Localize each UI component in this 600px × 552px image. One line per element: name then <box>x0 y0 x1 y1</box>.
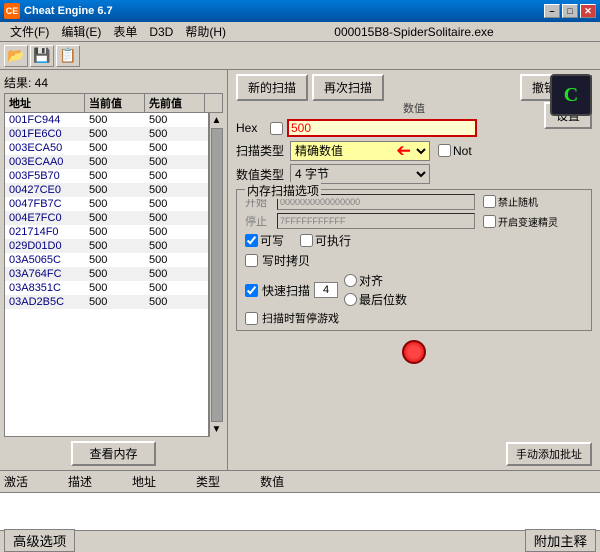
col-desc: 描述 <box>68 473 92 490</box>
new-scan-button[interactable]: 新的扫描 <box>236 74 308 101</box>
results-list-header: 地址 当前值 先前值 <box>4 93 223 113</box>
quick-scan-number[interactable] <box>314 282 338 298</box>
memory-scan-options: 内存扫描选项 开始 停止 <box>236 189 592 331</box>
value-type-row: 数值类型 4 字节 <box>236 164 592 184</box>
table-row[interactable]: 03A8351C500500 <box>5 281 208 295</box>
table-row[interactable]: 03AD2B5C500500 <box>5 295 208 309</box>
col-value: 数值 <box>260 473 284 490</box>
stop-game-checkbox[interactable] <box>245 312 258 325</box>
open-button[interactable]: 📂 <box>4 45 28 67</box>
results-count: 结果: 44 <box>4 74 223 91</box>
menu-bar: 文件(F) 编辑(E) 表单 D3D 帮助(H) 000015B8-Spider… <box>0 22 600 42</box>
speed-up-checkbox[interactable] <box>483 215 496 228</box>
next-scan-button[interactable]: 再次扫描 <box>312 74 384 101</box>
value-section-label: 数值 <box>236 100 592 116</box>
col-header-cur: 当前值 <box>85 94 145 112</box>
bottom-table-header: 激活 描述 地址 类型 数值 <box>0 471 600 493</box>
hex-checkbox[interactable] <box>270 122 283 135</box>
left-bottom: 查看内存 <box>4 441 223 466</box>
table-row[interactable]: 03A764FC500500 <box>5 267 208 281</box>
not-label: Not <box>453 144 472 158</box>
speed-up-label: 开启变速精灵 <box>498 214 558 229</box>
table-row[interactable]: 00427CE0500500 <box>5 183 208 197</box>
table-row[interactable]: 021714F0500500 <box>5 225 208 239</box>
value-type-select[interactable]: 4 字节 <box>290 164 430 184</box>
last-digit-label: 最后位数 <box>359 291 407 308</box>
quick-scan-label: 快速扫描 <box>262 282 310 299</box>
minimize-button[interactable]: – <box>544 4 560 18</box>
right-panel: C 新的扫描 再次扫描 撤销扫描 设置 数值 Hex <box>228 70 600 470</box>
add-address-area: 手动添加批址 <box>236 438 592 466</box>
col-header-addr: 地址 <box>5 94 85 112</box>
table-row[interactable]: 029D01D0500500 <box>5 239 208 253</box>
no-random-label: 禁止随机 <box>498 194 538 209</box>
memory-scan-title: 内存扫描选项 <box>245 182 321 199</box>
stop-button[interactable] <box>402 340 426 364</box>
stop-label: 停止 <box>245 213 273 229</box>
not-area: Not <box>438 144 472 158</box>
menu-help[interactable]: 帮助(H) <box>179 21 232 42</box>
stop-game-label: 扫描时暂停游戏 <box>262 310 339 326</box>
table-row[interactable]: 001FE6C0500500 <box>5 127 208 141</box>
hex-row: Hex <box>236 119 592 137</box>
executable-label: 可执行 <box>315 232 351 249</box>
status-bar: 高级选项 附加主释 <box>0 530 600 550</box>
toolbar: 📂 💾 📋 <box>0 42 600 70</box>
scan-type-label: 扫描类型 <box>236 142 286 159</box>
executable-checkbox[interactable] <box>300 234 313 247</box>
quick-scan-checkbox[interactable] <box>245 284 258 297</box>
scan-type-select[interactable]: 精确数值 <box>290 141 430 161</box>
col-active: 激活 <box>4 473 28 490</box>
align-label: 对齐 <box>359 272 383 289</box>
advanced-options-button[interactable]: 高级选项 <box>4 529 75 552</box>
process-title: 000015B8-SpiderSolitaire.exe <box>232 25 596 39</box>
menu-d3d[interactable]: D3D <box>143 23 179 41</box>
writable-checkbox[interactable] <box>245 234 258 247</box>
no-random-checkbox[interactable] <box>483 195 496 208</box>
not-checkbox[interactable] <box>438 144 451 157</box>
scrollbar-thumb[interactable] <box>211 128 223 422</box>
writable-label: 可写 <box>260 232 284 249</box>
scrollbar-up[interactable]: ▲ <box>212 115 222 126</box>
save-button[interactable]: 💾 <box>30 45 54 67</box>
col-header-prev: 先前值 <box>145 94 205 112</box>
last-digit-radio[interactable] <box>344 293 357 306</box>
menu-edit[interactable]: 编辑(E) <box>55 21 107 42</box>
app-icon: CE <box>4 3 20 19</box>
align-radio[interactable] <box>344 274 357 287</box>
attach-button[interactable]: 附加主释 <box>525 529 596 552</box>
table-row[interactable]: 003F5B70500500 <box>5 169 208 183</box>
results-list[interactable]: 001FC944500500001FE6C0500500003ECA505005… <box>4 113 209 437</box>
table-row[interactable]: 001FC944500500 <box>5 113 208 127</box>
copy-writable-checkbox[interactable] <box>245 254 258 267</box>
col-type: 类型 <box>196 473 220 490</box>
col-address: 地址 <box>132 473 156 490</box>
add-address-button[interactable]: 手动添加批址 <box>506 442 592 466</box>
bottom-list <box>0 493 600 530</box>
scan-type-row: 扫描类型 精确数值 Not ➔ <box>236 140 592 161</box>
table-row[interactable]: 003ECAA0500500 <box>5 155 208 169</box>
hex-label: Hex <box>236 121 266 135</box>
hex-value-input[interactable] <box>287 119 477 137</box>
copy-writable-label: 写时拷贝 <box>262 252 310 269</box>
bottom-panel: 激活 描述 地址 类型 数值 <box>0 470 600 530</box>
window-title: Cheat Engine 6.7 <box>24 5 113 17</box>
menu-table[interactable]: 表单 <box>107 21 143 42</box>
left-panel: 结果: 44 地址 当前值 先前值 001FC944500500001FE6C0… <box>0 70 228 470</box>
close-button[interactable]: ✕ <box>580 4 596 18</box>
table-row[interactable]: 004E7FC0500500 <box>5 211 208 225</box>
maximize-button[interactable]: □ <box>562 4 578 18</box>
scrollbar-down[interactable]: ▼ <box>212 424 222 435</box>
stop-input[interactable] <box>277 213 475 229</box>
clipboard-button[interactable]: 📋 <box>56 45 80 67</box>
table-row[interactable]: 003ECA50500500 <box>5 141 208 155</box>
value-type-label: 数值类型 <box>236 166 286 183</box>
table-row[interactable]: 03A5065C500500 <box>5 253 208 267</box>
scan-memory-button[interactable]: 查看内存 <box>71 441 155 466</box>
menu-file[interactable]: 文件(F) <box>4 21 55 42</box>
table-row[interactable]: 0047FB7C500500 <box>5 197 208 211</box>
title-bar: CE Cheat Engine 6.7 – □ ✕ <box>0 0 600 22</box>
